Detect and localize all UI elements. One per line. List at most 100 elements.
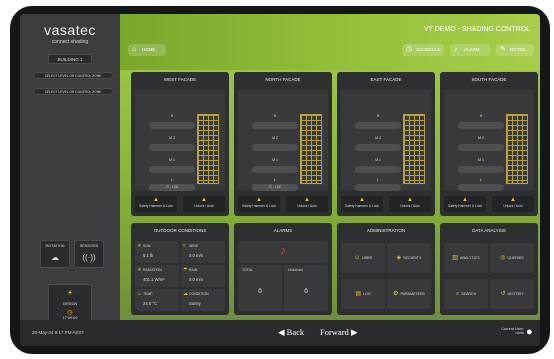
unlock-auto-button[interactable]: ▲ Unlock / Auto (183, 196, 225, 212)
parameters-tile[interactable]: ⚙ PARAMETERS (387, 279, 431, 309)
sensors-button[interactable]: SENSORS ((·)) (74, 240, 104, 268)
unlock-icon: ▲ (304, 197, 310, 203)
user-tile[interactable]: ☺ USER (341, 243, 385, 273)
security-tile[interactable]: ◈ SECURITY (387, 243, 431, 273)
facade-title: EAST FACADE (370, 77, 402, 82)
facade-controls: H M 2 M 1 L R - L08 (135, 90, 225, 191)
safety-lock-button[interactable]: ▲ Safety Hammer & Lock (238, 196, 280, 212)
level-value[interactable]: R - L08 (252, 184, 298, 191)
radiation-icon: ☀ (137, 267, 142, 273)
facade-controls: H M 2 M 1 L (341, 90, 431, 191)
safety-lock-button[interactable]: ▲ Safety Hammer & Lock (444, 196, 486, 212)
level-label-m2: M 2 (169, 136, 175, 140)
back-button[interactable]: ◀ Back (278, 327, 304, 338)
unlock-icon: ▲ (510, 197, 516, 203)
level-label-h: H (170, 114, 174, 118)
zone-select-2[interactable]: SELECT LEVEL OR CONTROL ZONE (33, 88, 113, 95)
level-slider-m2[interactable] (458, 144, 504, 151)
facade-grid (506, 114, 528, 184)
unlock-auto-label: Unlock / Auto (503, 204, 523, 208)
facade-grid (403, 114, 425, 184)
unlock-icon: ▲ (201, 197, 207, 203)
level-slider-m2[interactable] (149, 144, 195, 151)
back-label: Back (286, 327, 305, 337)
pencil-icon: ✎ (500, 46, 506, 53)
level-slider-m1[interactable] (355, 166, 401, 173)
level-slider-m2[interactable] (355, 144, 401, 151)
level-slider-l[interactable] (355, 184, 401, 191)
level-label-m1: M 1 (375, 158, 381, 162)
level-label-l: L (480, 178, 482, 182)
condition-cell: ☁ CONDITION Sunny (181, 289, 225, 311)
level-label-h: H (273, 114, 277, 118)
user-status-box[interactable]: ☀ DESIGN ◷ 17:09:00 (48, 284, 92, 322)
building-select[interactable]: BUILDING 1 (48, 54, 92, 64)
safety-lock-label: Safety Hammer & Lock (242, 204, 276, 208)
user-avatar-icon[interactable]: ● (526, 326, 533, 338)
level-slider-l[interactable] (458, 184, 504, 191)
level-label-m1: M 1 (478, 158, 484, 162)
search-tile[interactable]: ⌕ SEARCH (444, 279, 488, 309)
lock-icon: ▲ (462, 197, 468, 203)
level-slider-h[interactable] (149, 122, 195, 129)
level-slider-h[interactable] (458, 122, 504, 129)
level-value[interactable]: R - L08 (149, 184, 195, 191)
sun-cell: ☀ SUN 5.1 lb (135, 241, 179, 263)
queries-tile[interactable]: ◎ QUERIES (490, 243, 534, 273)
wind-cell: ≈ WIND 0.0 m/s (181, 241, 225, 263)
schedule-button[interactable]: ◷ SCHEDULE (402, 44, 444, 56)
level-slider-m1[interactable] (458, 166, 504, 173)
unlock-auto-button[interactable]: ▲ Unlock / Auto (286, 196, 328, 212)
current-user-name: rootk (515, 331, 524, 335)
sun-icon: ☀ (137, 243, 142, 249)
level-slider-h[interactable] (252, 122, 298, 129)
top-bar: VT DEMO - SHADING CONTROL ⌂ HOME ◷ SCHEDUL… (120, 14, 540, 70)
safety-lock-button[interactable]: ▲ Safety Hammer & Lock (341, 196, 383, 212)
forward-button[interactable]: Forward ▶ (320, 327, 357, 338)
query-icon: ◎ (500, 255, 506, 261)
bell-icon: ♪ (454, 46, 458, 53)
east-facade-panel: EAST FACADE H M 2 M 1 L ▲ Safety Hammer &… (337, 72, 435, 216)
outdoor-title: OUTDOOR CONDITIONS (153, 228, 207, 233)
notes-button[interactable]: ✎ NOTES (496, 44, 534, 56)
alarm-button[interactable]: ♪ ALARM (450, 44, 490, 56)
level-slider-m1[interactable] (149, 166, 195, 173)
log-tile[interactable]: ▤ LOG (341, 279, 385, 309)
wind-icon: ≈ (183, 243, 186, 249)
unlock-auto-button[interactable]: ▲ Unlock / Auto (389, 196, 431, 212)
app-title: VT DEMO - SHADING CONTROL (423, 26, 530, 33)
safety-lock-label: Safety Hammer & Lock (448, 204, 482, 208)
cloud-icon: ☁ (183, 291, 188, 297)
data-analysis-title: DATA ANALYSIS (472, 228, 506, 233)
unsolved-label: Unsolved (288, 268, 303, 272)
forward-arrow-icon: ▶ (350, 327, 358, 337)
facade-title: NORTH FACADE (265, 77, 301, 82)
alarm-unsolved: Unsolved 0 (284, 265, 328, 311)
safety-lock-button[interactable]: ▲ Safety Hammer & Lock (135, 196, 177, 212)
home-button[interactable]: ⌂ HOME (128, 44, 166, 56)
level-slider-h[interactable] (355, 122, 401, 129)
alarm-label: ALARM (464, 47, 480, 52)
north-facade-panel: NORTH FACADE H M 2 M 1 L R - L08 ▲ Safety… (234, 72, 332, 216)
unlock-auto-button[interactable]: ▲ Unlock / Auto (492, 196, 534, 212)
facade-title: WEST FACADE (163, 77, 197, 82)
unlock-icon: ▲ (407, 197, 413, 203)
rotation-button[interactable]: ROTATION ☁ (40, 240, 70, 268)
alarm-indicator[interactable]: ♪ (238, 241, 328, 263)
history-icon: ↺ (500, 291, 506, 297)
level-label-h: H (479, 114, 483, 118)
alarms-title: ALARMS (273, 228, 293, 233)
screen: vasatec connect shading BUILDING 1 SELEC… (20, 14, 540, 346)
level-label-m2: M 2 (478, 136, 484, 140)
level-label-m1: M 1 (272, 158, 278, 162)
analytics-tile[interactable]: ▥ ANALYTICS (444, 243, 488, 273)
sun-icon: ☀ (66, 290, 74, 297)
data-analysis-panel: DATA ANALYSIS ▥ ANALYTICS ◎ QUERIES ⌕ SEARC… (440, 223, 538, 315)
home-icon: ⌂ (132, 46, 137, 53)
level-slider-m2[interactable] (252, 144, 298, 151)
clock-icon: ◷ (67, 310, 73, 316)
zone-select-1[interactable]: SELECT LEVEL OR CONTROL ZONE (33, 72, 113, 79)
level-slider-m1[interactable] (252, 166, 298, 173)
level-label-m1: M 1 (169, 158, 175, 162)
history-tile[interactable]: ↺ HISTORY (490, 279, 534, 309)
